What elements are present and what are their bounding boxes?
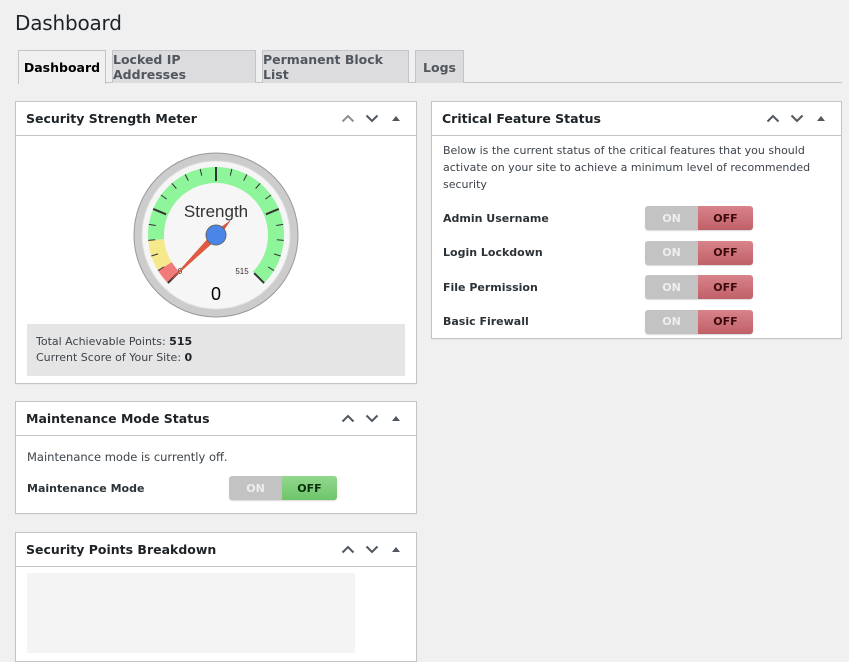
move-down-button[interactable] bbox=[360, 538, 384, 562]
toggle-off[interactable]: OFF bbox=[282, 476, 337, 500]
tab-locked-ip-addresses[interactable]: Locked IP Addresses bbox=[112, 50, 256, 83]
current-score-value: 0 bbox=[184, 351, 193, 364]
move-up-button[interactable] bbox=[336, 538, 360, 562]
total-points-value: 515 bbox=[169, 335, 193, 348]
gauge-minor-tick bbox=[148, 239, 156, 241]
move-up-button[interactable] bbox=[761, 107, 785, 131]
feature-label: Basic Firewall bbox=[443, 315, 529, 329]
move-down-button[interactable] bbox=[360, 107, 384, 131]
panel-header: Critical Feature Status bbox=[432, 102, 841, 136]
feature-row-basic-firewall: Basic Firewall ON OFF bbox=[443, 305, 830, 340]
maintenance-mode-label: Maintenance Mode bbox=[27, 481, 145, 495]
maintenance-status-text: Maintenance mode is currently off. bbox=[27, 450, 228, 464]
toggle-off[interactable]: OFF bbox=[698, 309, 753, 334]
toggle-on[interactable]: ON bbox=[645, 206, 698, 231]
critical-feature-status-panel: Critical Feature Status Below is the cur… bbox=[431, 101, 842, 339]
points-breakdown-chart bbox=[27, 573, 355, 653]
chevron-down-icon bbox=[365, 114, 379, 123]
gauge-value-label: 0 bbox=[211, 284, 221, 304]
file-permission-toggle[interactable]: ON OFF bbox=[645, 275, 753, 300]
panel-title: Critical Feature Status bbox=[442, 111, 601, 126]
triangle-up-icon bbox=[392, 547, 400, 552]
toggle-on[interactable]: ON bbox=[229, 476, 282, 500]
nav-tabs: Dashboard Locked IP Addresses Permanent … bbox=[18, 50, 842, 84]
feature-label: File Permission bbox=[443, 280, 538, 294]
move-up-button[interactable] bbox=[336, 407, 360, 431]
chevron-up-icon bbox=[341, 545, 355, 554]
toggle-on[interactable]: ON bbox=[645, 240, 698, 265]
chevron-down-icon bbox=[790, 114, 804, 123]
move-up-button[interactable] bbox=[336, 107, 360, 131]
tab-permanent-block-list[interactable]: Permanent Block List bbox=[262, 50, 409, 83]
gauge-minor-tick bbox=[276, 239, 284, 241]
panel-title: Security Strength Meter bbox=[26, 111, 197, 126]
gauge-max-label: 515 bbox=[235, 267, 249, 276]
basic-firewall-toggle[interactable]: ON OFF bbox=[645, 309, 753, 334]
tab-logs[interactable]: Logs bbox=[415, 50, 464, 83]
login-lockdown-toggle[interactable]: ON OFF bbox=[645, 240, 753, 265]
maintenance-mode-panel: Maintenance Mode Status Maintenance mode… bbox=[15, 401, 417, 514]
toggle-off[interactable]: OFF bbox=[698, 275, 753, 300]
security-points-breakdown-panel: Security Points Breakdown bbox=[15, 532, 417, 662]
toggle-panel-button[interactable] bbox=[384, 538, 408, 562]
move-down-button[interactable] bbox=[360, 407, 384, 431]
strength-gauge: Strength 0 515 0 bbox=[133, 152, 299, 318]
handle-actions bbox=[336, 107, 408, 131]
chevron-up-icon bbox=[766, 114, 780, 123]
critical-features-description: Below is the current status of the criti… bbox=[443, 144, 811, 191]
toggle-off[interactable]: OFF bbox=[698, 206, 753, 231]
triangle-up-icon bbox=[817, 116, 825, 121]
panel-title: Maintenance Mode Status bbox=[26, 411, 210, 426]
chevron-down-icon bbox=[365, 545, 379, 554]
gauge-needle-hub bbox=[205, 224, 227, 246]
chevron-down-icon bbox=[365, 414, 379, 423]
security-strength-meter-panel: Security Strength Meter Strength 0 515 bbox=[15, 101, 417, 384]
toggle-panel-button[interactable] bbox=[384, 407, 408, 431]
feature-row-file-permission: File Permission ON OFF bbox=[443, 270, 830, 305]
page-title: Dashboard bbox=[15, 11, 122, 35]
move-down-button[interactable] bbox=[785, 107, 809, 131]
total-points-line: Total Achievable Points: 515 bbox=[36, 334, 396, 350]
feature-label: Login Lockdown bbox=[443, 246, 543, 260]
maintenance-mode-toggle[interactable]: ON OFF bbox=[229, 476, 337, 500]
toggle-off[interactable]: OFF bbox=[698, 240, 753, 265]
triangle-up-icon bbox=[392, 116, 400, 121]
chevron-up-icon bbox=[341, 414, 355, 423]
panel-header: Security Strength Meter bbox=[16, 102, 416, 136]
gauge-label: Strength bbox=[184, 202, 248, 221]
panel-title: Security Points Breakdown bbox=[26, 542, 217, 557]
feature-row-admin-username: Admin Username ON OFF bbox=[443, 201, 830, 236]
tab-dashboard[interactable]: Dashboard bbox=[18, 50, 106, 84]
total-points-label: Total Achievable Points: bbox=[36, 335, 170, 348]
toggle-on[interactable]: ON bbox=[645, 275, 698, 300]
toggle-on[interactable]: ON bbox=[645, 309, 698, 334]
current-score-label: Current Score of Your Site: bbox=[36, 351, 185, 364]
handle-actions bbox=[336, 538, 408, 562]
handle-actions bbox=[761, 107, 833, 131]
handle-actions bbox=[336, 407, 408, 431]
score-summary: Total Achievable Points: 515 Current Sco… bbox=[27, 324, 405, 376]
panel-header: Security Points Breakdown bbox=[16, 533, 416, 567]
feature-label: Admin Username bbox=[443, 211, 549, 225]
chevron-up-icon bbox=[341, 114, 355, 123]
admin-username-toggle[interactable]: ON OFF bbox=[645, 206, 753, 231]
toggle-panel-button[interactable] bbox=[384, 107, 408, 131]
panel-header: Maintenance Mode Status bbox=[16, 402, 416, 436]
triangle-up-icon bbox=[392, 416, 400, 421]
feature-row-login-lockdown: Login Lockdown ON OFF bbox=[443, 236, 830, 271]
toggle-panel-button[interactable] bbox=[809, 107, 833, 131]
current-score-line: Current Score of Your Site: 0 bbox=[36, 350, 396, 366]
